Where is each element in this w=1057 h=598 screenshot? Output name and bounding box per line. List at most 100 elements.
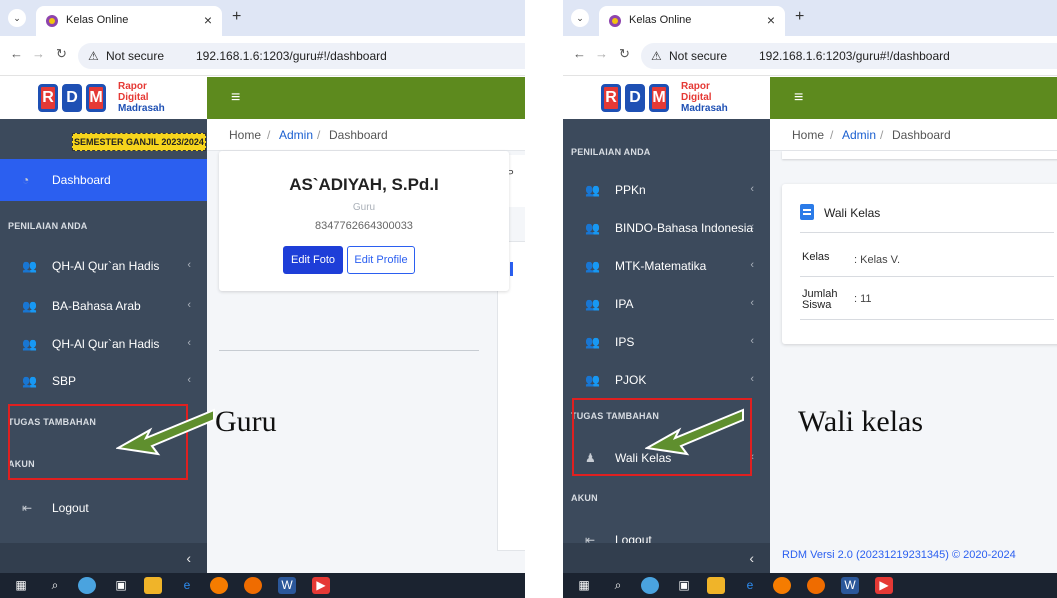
chevron-left-icon: ‹ [187, 259, 191, 271]
breadcrumb-home[interactable]: Home [792, 128, 824, 142]
new-tab-button[interactable]: + [795, 8, 804, 26]
hamburger-icon[interactable]: ≡ [794, 89, 803, 107]
sidebar-collapse[interactable]: ‹ [563, 543, 770, 573]
profile-role: Guru [352, 202, 376, 213]
reload-icon[interactable]: ↻ [619, 46, 630, 62]
annotation-label: Guru [215, 405, 277, 438]
search-icon[interactable]: ⌕ [609, 577, 627, 594]
sidebar-item-pjok[interactable]: 👥 PJOK ‹ [563, 363, 770, 397]
browser-tab[interactable]: Kelas Online × [599, 6, 785, 36]
users-icon: 👥 [22, 374, 37, 388]
warning-icon: ⚠ [651, 49, 662, 63]
firefox-icon[interactable] [773, 577, 791, 594]
logo-mark: R D M [601, 81, 673, 115]
windows-icon[interactable]: ▦ [12, 577, 30, 594]
store-icon[interactable]: ▣ [112, 577, 130, 594]
sidebar-item-logout[interactable]: ⇤ Logout [0, 491, 207, 525]
edit-profile-button[interactable]: Edit Profile [347, 246, 415, 274]
hamburger-icon[interactable]: ≡ [231, 89, 240, 107]
sidebar-item-ips[interactable]: 👥 IPS ‹ [563, 325, 770, 359]
back-icon[interactable]: ← [10, 46, 23, 61]
logout-icon: ⇤ [22, 501, 33, 515]
chevron-down-icon[interactable]: ⌄ [571, 9, 589, 27]
breadcrumb-admin[interactable]: Admin [842, 128, 876, 142]
browser-tab[interactable]: Kelas Online × [36, 6, 222, 36]
sidebar-item-mtk[interactable]: 👥 MTK-Matematika ‹ [563, 249, 770, 283]
clipboard-icon [800, 204, 814, 220]
arrow-icon [645, 408, 744, 456]
logo[interactable]: R D M Rapor Digital Madrasah [563, 77, 770, 119]
sidebar-item-qh[interactable]: 👥 QH-Al Qur`an Hadis ‹ [0, 249, 207, 283]
card-title: Wali Kelas [824, 206, 881, 220]
logo-text: Rapor Digital Madrasah [681, 81, 728, 114]
reload-icon[interactable]: ↻ [56, 46, 67, 62]
main-content: Home / Admin / Dashboard Wali Kelas Kela… [770, 119, 1057, 573]
url-text[interactable]: 192.168.1.6:1203/guru#!/dashboard [759, 49, 950, 63]
store-icon[interactable]: ▣ [675, 577, 693, 594]
tab-bar: ⌄ Kelas Online × + [563, 0, 1057, 36]
breadcrumb-home[interactable]: Home [229, 128, 261, 142]
chevron-left-icon: ‹ [750, 335, 754, 347]
wali-kelas-card: Wali Kelas Kelas : Kelas V. Jumlah Siswa… [782, 184, 1057, 344]
top-navbar: ≡ [770, 77, 1057, 119]
security-label[interactable]: Not secure [669, 49, 727, 63]
url-input[interactable]: ⚠ Not secure 192.168.1.6:1203/guru#!/das… [78, 43, 525, 69]
chevron-left-icon: ‹ [749, 550, 754, 566]
main-content: Home / Admin / Dashboard P AS`ADIYAH, S.… [207, 119, 525, 573]
url-text[interactable]: 192.168.1.6:1203/guru#!/dashboard [196, 49, 387, 63]
edge-icon[interactable]: e [741, 577, 759, 594]
sidebar-item-dashboard[interactable]: ◔ Dashboard [0, 159, 207, 201]
sidebar-item-ppkn[interactable]: 👥 PPKn ‹ [563, 173, 770, 207]
tab-bar: ⌄ Kelas Online × + [0, 0, 525, 36]
sidebar-item-sbp[interactable]: 👥 SBP ‹ [0, 364, 207, 398]
jumlah-label-2: Siswa [802, 299, 832, 311]
search-icon[interactable]: ⌕ [46, 577, 64, 594]
sidebar-collapse[interactable]: ‹ [0, 543, 207, 573]
sidebar: PENILAIAN ANDA 👥 PPKn ‹ 👥 BINDO-Bahasa I… [563, 119, 770, 573]
cortana-icon[interactable] [78, 577, 96, 594]
users-icon: 👥 [585, 221, 600, 235]
section-penilaian: PENILAIAN ANDA [571, 147, 651, 157]
chrome-icon[interactable] [807, 577, 825, 594]
footer-version: RDM Versi 2.0 (20231219231345) © 2020-20… [782, 549, 1016, 561]
logo-mark: R D M [38, 81, 110, 115]
chevron-left-icon: ‹ [750, 373, 754, 385]
youtube-icon[interactable]: ▶ [875, 577, 893, 594]
logo-text: Rapor Digital Madrasah [118, 81, 165, 114]
tab-title: Kelas Online [66, 14, 129, 26]
url-input[interactable]: ⚠ Not secure 192.168.1.6:1203/guru#!/das… [641, 43, 1057, 69]
chevron-left-icon: ‹ [187, 374, 191, 386]
firefox-icon[interactable] [210, 577, 228, 594]
tab-close-icon[interactable]: × [767, 12, 775, 28]
folder-icon[interactable] [707, 577, 725, 594]
folder-icon[interactable] [144, 577, 162, 594]
back-icon[interactable]: ← [573, 46, 586, 61]
chrome-icon[interactable] [244, 577, 262, 594]
forward-icon[interactable]: → [32, 46, 45, 61]
edit-foto-button[interactable]: Edit Foto [283, 246, 343, 274]
security-label[interactable]: Not secure [106, 49, 164, 63]
sidebar-item-bindo[interactable]: 👥 BINDO-Bahasa Indonesia ‹ [563, 211, 770, 245]
word-icon[interactable]: W [841, 577, 859, 594]
app: R D M Rapor Digital Madrasah ≡ SEMESTER … [0, 77, 525, 573]
section-akun: AKUN [571, 493, 598, 503]
edge-icon[interactable]: e [178, 577, 196, 594]
profile-nip: 8347762664300033 [315, 220, 413, 232]
windows-icon[interactable]: ▦ [575, 577, 593, 594]
logo[interactable]: R D M Rapor Digital Madrasah [0, 77, 207, 119]
breadcrumb-admin[interactable]: Admin [279, 128, 313, 142]
new-tab-button[interactable]: + [232, 8, 241, 26]
warning-icon: ⚠ [88, 49, 99, 63]
word-icon[interactable]: W [278, 577, 296, 594]
tab-close-icon[interactable]: × [204, 12, 212, 28]
app: R D M Rapor Digital Madrasah ≡ PENILAIAN… [563, 77, 1057, 573]
cortana-icon[interactable] [641, 577, 659, 594]
chevron-down-icon[interactable]: ⌄ [8, 9, 26, 27]
sidebar-item-qh-2[interactable]: 👥 QH-Al Qur`an Hadis ‹ [0, 327, 207, 361]
youtube-icon[interactable]: ▶ [312, 577, 330, 594]
sidebar-item-ipa[interactable]: 👥 IPA ‹ [563, 287, 770, 321]
breadcrumb: Home / Admin / Dashboard [207, 119, 525, 151]
forward-icon[interactable]: → [595, 46, 608, 61]
jumlah-value: : 11 [854, 293, 872, 305]
sidebar-item-ba[interactable]: 👥 BA-Bahasa Arab ‹ [0, 289, 207, 323]
